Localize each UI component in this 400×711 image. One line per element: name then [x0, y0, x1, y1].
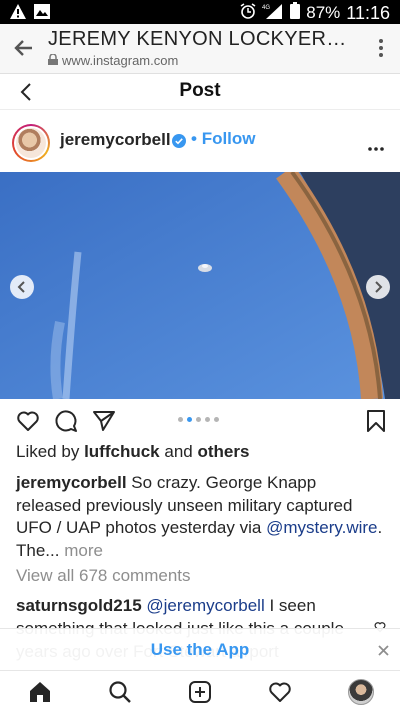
signal-icon: 4G — [262, 3, 284, 24]
alarm-icon — [240, 2, 256, 24]
carousel-dot — [205, 417, 210, 422]
post-header: Post — [0, 74, 400, 110]
profile-avatar[interactable] — [348, 679, 374, 705]
carousel-next-button[interactable] — [366, 275, 390, 299]
comment-username[interactable]: saturnsgold215 — [16, 596, 142, 615]
comment-icon[interactable] — [54, 409, 78, 433]
carousel-dot — [187, 417, 192, 422]
url-bar: www.instagram.com — [48, 53, 178, 68]
author-username[interactable]: jeremycorbell — [60, 130, 171, 150]
more-horiz-icon[interactable] — [368, 138, 384, 151]
carousel-dot — [214, 417, 219, 422]
carousel-dot — [178, 417, 183, 422]
post-actions — [0, 399, 400, 443]
use-the-app-button[interactable]: Use the App — [0, 640, 400, 660]
page-title: JEREMY KENYON LOCKYER C... — [48, 28, 348, 50]
back-arrow-icon[interactable] — [12, 37, 34, 59]
warning-icon — [10, 4, 26, 24]
search-icon[interactable] — [108, 680, 132, 704]
battery-icon — [290, 2, 301, 24]
caption-mention-link[interactable]: @mystery.wire — [266, 518, 377, 537]
bookmark-icon[interactable] — [364, 409, 388, 433]
new-post-icon[interactable] — [188, 680, 212, 704]
home-icon[interactable] — [28, 680, 52, 704]
comment-mention-link[interactable]: @jeremycorbell — [146, 596, 264, 615]
close-icon[interactable] — [378, 643, 389, 656]
likes-middle: and — [164, 442, 193, 461]
liked-by-others[interactable]: others — [197, 442, 249, 461]
liked-by-user[interactable]: luffchuck — [84, 442, 160, 461]
post-title: Post — [179, 80, 221, 101]
activity-heart-icon[interactable] — [268, 680, 292, 704]
post-photo[interactable] — [0, 172, 400, 399]
likes-prefix: Liked by — [16, 442, 80, 461]
bottom-navigation — [0, 670, 400, 711]
follow-separator: • — [191, 129, 197, 148]
share-send-icon[interactable] — [92, 409, 116, 433]
image-icon — [34, 4, 50, 24]
verified-badge-icon — [172, 134, 186, 148]
battery-percent: 87% — [306, 3, 341, 22]
caption-more-link[interactable]: more — [64, 541, 103, 560]
follow-label: Follow — [201, 129, 256, 148]
more-vert-icon[interactable] — [378, 38, 384, 58]
status-bar: 4G 87% 11:16 — [0, 0, 400, 24]
lock-icon — [48, 53, 58, 68]
browser-toolbar: JEREMY KENYON LOCKYER C... www.instagram… — [0, 24, 400, 74]
carousel-prev-button[interactable] — [10, 275, 34, 299]
likes-summary: Liked by luffchuck and others — [16, 442, 249, 462]
carousel-dot — [196, 417, 201, 422]
follow-button[interactable]: • Follow — [191, 129, 256, 149]
view-all-comments-link[interactable]: View all 678 comments — [16, 566, 191, 586]
avatar[interactable] — [12, 124, 50, 162]
post-author-row: jeremycorbell • Follow — [0, 110, 400, 172]
post-caption: jeremycorbell So crazy. George Knapp rel… — [16, 472, 386, 562]
ufo-photo-image — [0, 172, 400, 399]
clock: 11:16 — [346, 2, 390, 23]
like-heart-icon[interactable] — [16, 409, 40, 433]
svg-text:4G: 4G — [262, 5, 270, 11]
carousel-indicator — [178, 417, 219, 422]
caption-username[interactable]: jeremycorbell — [16, 473, 127, 492]
use-the-app-banner: Use the App — [0, 628, 400, 670]
url-text: www.instagram.com — [62, 53, 179, 68]
